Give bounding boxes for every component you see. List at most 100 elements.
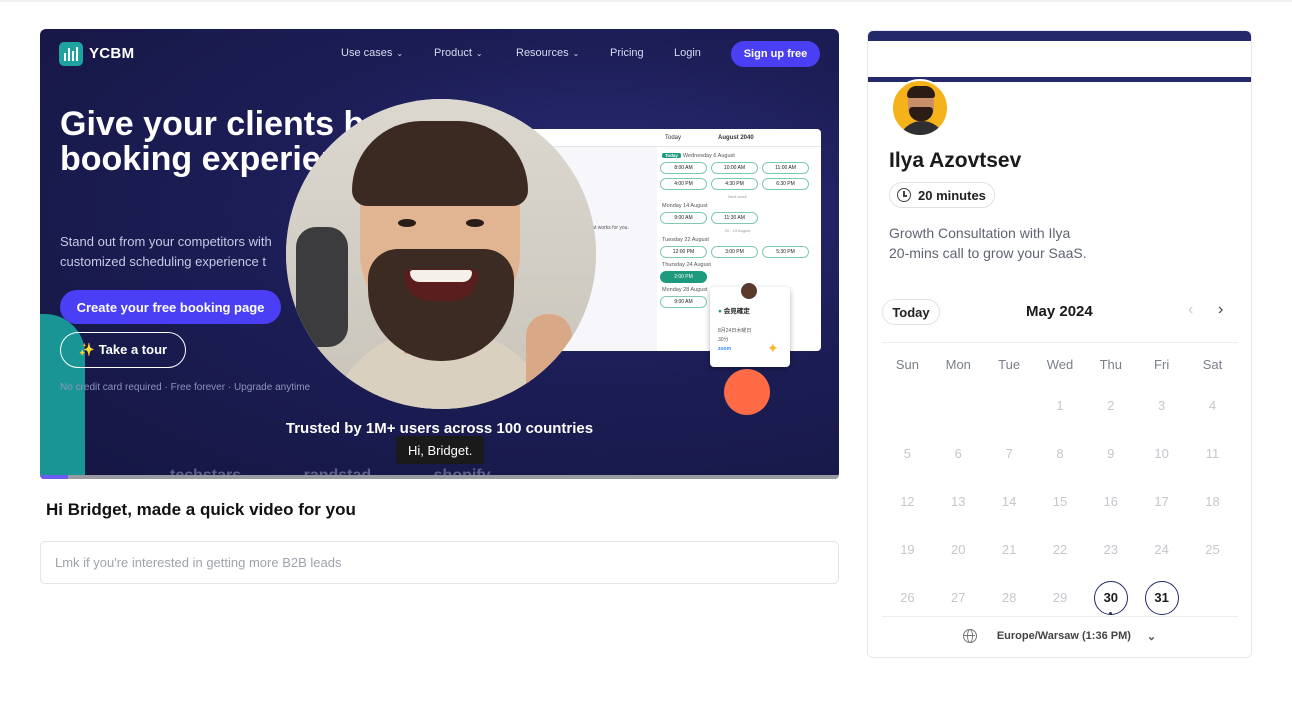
chevron-down-icon: ⌄ (1146, 630, 1157, 643)
top-divider (0, 0, 1292, 2)
calendar-day: 27 (933, 574, 984, 622)
timezone-selector[interactable]: Europe/Warsaw (1:36 PM) ⌄ (868, 629, 1251, 643)
mock-slot: 3:00 PM (711, 246, 758, 258)
calendar-day: 11 (1187, 429, 1238, 477)
mock-day-label: Monday 14 August (662, 203, 708, 209)
calendar-divider (882, 342, 1238, 343)
sparkle-icon: ✦ (767, 340, 779, 356)
mock-slot: 11:00 AM (762, 162, 809, 174)
mock-slot: 10:00 AM (711, 162, 758, 174)
mock-slot: 6:30 PM (762, 178, 809, 190)
day-number: 2 (1107, 397, 1115, 413)
video-subheadline: Stand out from your competitors with cus… (60, 234, 272, 269)
timezone-label: Europe/Warsaw (1:36 PM) (996, 630, 1131, 642)
calendar-day: 4 (1187, 381, 1238, 429)
weekday-label: Mon (945, 356, 971, 372)
day-number: 25 (1205, 542, 1220, 558)
day-number: 30 (1093, 580, 1128, 615)
video-nav-pricing: Pricing (610, 47, 644, 59)
panel-header-bar (868, 31, 1251, 41)
calendar-day: 8 (1035, 429, 1086, 477)
video-caption: Hi, Bridget. (396, 436, 485, 464)
day-number: 10 (1154, 445, 1169, 461)
mock-day-label: Tuesday 22 August (662, 237, 709, 243)
decorative-circle (724, 369, 770, 415)
weekday-label: Sat (1202, 356, 1223, 372)
presenter-webcam-bubble (286, 99, 596, 409)
calendar-day: 10 (1136, 429, 1187, 477)
calendar-day: 15 (1035, 477, 1086, 525)
calendar-day: 28 (984, 574, 1035, 622)
calendar-day: 5 (882, 429, 933, 477)
duration-label: 20 minutes (918, 187, 986, 203)
reply-input[interactable] (40, 541, 839, 584)
calendar-day: 16 (1085, 477, 1136, 525)
video-signup-button: Sign up free (731, 41, 820, 67)
weekday-label: Wed (1046, 356, 1074, 372)
mock-day-label: Today Wednesday 6 August (662, 153, 815, 159)
calendar-blank (984, 381, 1035, 429)
video-fineprint: No credit card required · Free forever ·… (60, 382, 311, 393)
calendar-day: 3 (1136, 381, 1187, 429)
avatar (891, 79, 949, 137)
mock-avatar (739, 281, 759, 301)
mock-slot: 5:30 PM (762, 246, 809, 258)
weekday-label: Tue (998, 356, 1021, 372)
calendar-day: 14 (984, 477, 1035, 525)
calendar-day-available[interactable]: 30 (1085, 574, 1136, 622)
calendar-day: 6 (933, 429, 984, 477)
calendar-day: 18 (1187, 477, 1238, 525)
day-number: 29 (1052, 590, 1068, 606)
timezone-divider (882, 616, 1238, 617)
day-number: 6 (954, 445, 962, 461)
video-nav-login: Login (674, 47, 701, 59)
calendar-day: 17 (1136, 477, 1187, 525)
mock-slot: 9:00 AM (660, 296, 707, 308)
mock-slot: 11:30 AM (711, 212, 758, 224)
day-number: 4 (1208, 397, 1217, 413)
calendar-day: 29 (1035, 574, 1086, 622)
day-number: 21 (1001, 542, 1017, 558)
today-button[interactable]: Today (882, 299, 940, 325)
day-number: 12 (900, 493, 915, 509)
host-name: Ilya Azovtsev (889, 149, 1022, 172)
day-number: 15 (1052, 493, 1068, 509)
chevron-left-icon[interactable]: ‹ (1188, 301, 1193, 319)
video-nav-resources: Resources ⌄ (516, 47, 580, 59)
calendar-day: 9 (1085, 429, 1136, 477)
video-site-nav: YCBM Use cases ⌄ Product ⌄ Resources ⌄ Pric… (40, 29, 839, 79)
mock-slot-selected: 2:00 PM (660, 271, 707, 283)
calendar-day-available[interactable]: 31 (1136, 574, 1187, 622)
day-number: 27 (951, 590, 966, 606)
day-number: 23 (1103, 542, 1119, 558)
day-number: 17 (1154, 493, 1169, 509)
day-number: 16 (1103, 493, 1119, 509)
calendar-day: 22 (1035, 526, 1086, 574)
calendar-day: 21 (984, 526, 1035, 574)
video-player[interactable]: YCBM Use cases ⌄ Product ⌄ Resources ⌄ Pric… (40, 29, 839, 479)
chevron-right-icon[interactable]: › (1218, 301, 1223, 319)
video-cta-button: Create your free booking page (60, 290, 281, 324)
calendar-blank (882, 381, 933, 429)
clock-icon (897, 188, 911, 202)
calendar-day: 25 (1187, 526, 1238, 574)
mock-slot: 4:30 PM (711, 178, 758, 190)
mock-slot: 4:00 PM (660, 178, 707, 190)
video-progress-bar[interactable] (40, 475, 839, 479)
calendar-grid: Sun Mon Tue Wed Thu Fri Sat 1 2 3 4 5 6 7 8 9 10 1… (882, 349, 1238, 622)
duration-badge: 20 minutes (889, 182, 995, 208)
calendar-day: 26 (882, 574, 933, 622)
message-title: Hi Bridget, made a quick video for you (46, 500, 356, 519)
day-number: 24 (1154, 542, 1169, 558)
ycbm-brand: YCBM (89, 45, 135, 62)
day-number: 14 (1001, 493, 1017, 509)
calendar-day: 2 (1085, 381, 1136, 429)
day-number: 7 (1005, 445, 1013, 461)
day-number: 11 (1205, 445, 1220, 461)
calendar-day: 23 (1085, 526, 1136, 574)
weekday-header: Sun Mon Tue Wed Thu Fri Sat (882, 349, 1238, 379)
day-number: 19 (900, 542, 915, 558)
day-number: 9 (1107, 445, 1115, 461)
month-label: May 2024 (1026, 303, 1093, 320)
video-trusted-text: Trusted by 1M+ users across 100 countrie… (285, 420, 594, 437)
